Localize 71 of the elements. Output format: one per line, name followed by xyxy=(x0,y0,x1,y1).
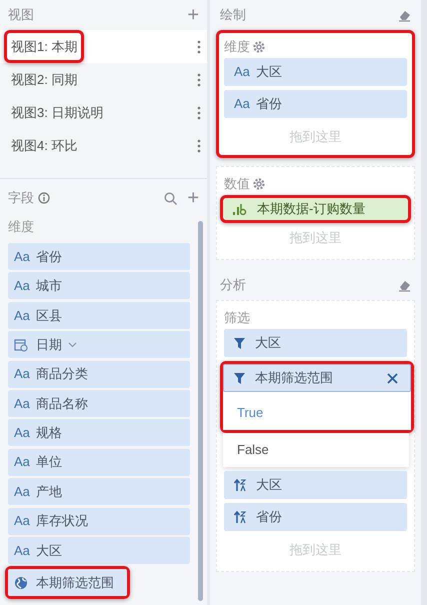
drop-hint: 拖到这里 xyxy=(288,128,342,146)
type-icon: Aa xyxy=(14,423,36,443)
view-label: 视图3: 日期说明 xyxy=(10,104,104,122)
field-chip[interactable]: Aa 库存状况 xyxy=(8,508,190,535)
field-chip[interactable]: Aa 省份 xyxy=(224,90,407,118)
sort-chip[interactable]: 省份 xyxy=(224,503,407,531)
field-label: 本期筛选范围 xyxy=(255,369,333,388)
view-item[interactable]: 视图2: 同期 xyxy=(0,63,207,96)
field-label: 省份 xyxy=(256,508,282,526)
field-chip[interactable]: Aa 大区 xyxy=(224,58,407,86)
type-icon: Aa xyxy=(14,540,36,560)
field-chip[interactable]: Aa 城市 xyxy=(8,272,190,300)
type-icon: Aa xyxy=(14,452,36,472)
type-icon: Aa xyxy=(14,364,36,384)
dropdown-option[interactable]: True xyxy=(223,396,411,430)
field-label: 省份 xyxy=(36,248,62,266)
field-label: 城市 xyxy=(36,277,62,296)
section-label: 数值 xyxy=(224,175,250,194)
field-label: 大区 xyxy=(256,63,282,82)
view-item[interactable]: 视图4: 环比 xyxy=(0,129,207,162)
view-label: 视图1: 本期 xyxy=(4,30,84,64)
view-item[interactable]: 视图1: 本期 xyxy=(0,30,207,63)
field-label: 规格 xyxy=(36,424,62,442)
field-chip[interactable]: Aa 商品分类 xyxy=(8,360,190,388)
type-icon: Aa xyxy=(234,94,256,114)
sort-chip[interactable]: 大区 xyxy=(224,471,407,499)
type-icon: Aa xyxy=(14,306,36,326)
field-chip[interactable]: Aa 区县 xyxy=(8,302,190,329)
view-item[interactable]: 视图3: 日期说明 xyxy=(0,96,207,129)
type-icon: Aa xyxy=(14,246,36,266)
field-label: 商品分类 xyxy=(36,365,88,384)
type-icon: Aa xyxy=(14,394,36,414)
section-label: 维度 xyxy=(8,218,35,236)
section-title: 视图 xyxy=(8,6,34,24)
field-label: 区县 xyxy=(36,306,62,325)
field-chip[interactable]: 本期筛选范围 xyxy=(8,569,127,596)
section-title: 分析 xyxy=(220,276,246,294)
field-chip[interactable]: Aa 规格 xyxy=(8,419,190,446)
field-chip[interactable]: Aa 产地 xyxy=(8,478,190,506)
view-label: 视图4: 环比 xyxy=(10,136,78,155)
type-icon: Aa xyxy=(14,511,36,531)
type-icon: Aa xyxy=(14,276,36,296)
field-chip[interactable]: Aa 商品名称 xyxy=(8,390,190,417)
measure-chip[interactable]: 本期数据-订购数量 xyxy=(220,195,411,223)
drop-hint: 拖到这里 xyxy=(288,541,342,559)
type-icon: Aa xyxy=(234,62,256,82)
field-label: 大区 xyxy=(255,334,281,352)
field-label: 商品名称 xyxy=(36,394,88,413)
field-label: 日期 xyxy=(36,336,62,354)
filter-chip[interactable]: 大区 xyxy=(224,329,407,357)
field-chip[interactable]: Aa 大区 xyxy=(8,536,190,564)
filter-chip[interactable]: 本期筛选范围 xyxy=(223,364,411,392)
field-label: 产地 xyxy=(36,482,62,501)
field-label: 库存状况 xyxy=(36,512,88,530)
field-chip[interactable]: Aa 省份 xyxy=(8,243,190,270)
field-label: 大区 xyxy=(36,542,62,560)
field-label: 大区 xyxy=(256,476,282,494)
field-chip[interactable]: 日期 xyxy=(8,331,190,358)
measure-label: 本期数据-订购数量 xyxy=(257,200,366,218)
field-label: 本期筛选范围 xyxy=(36,574,114,592)
drop-hint: 拖到这里 xyxy=(288,229,342,247)
section-title: 字段 xyxy=(8,189,34,208)
type-icon: Aa xyxy=(14,482,36,502)
section-title: 绘制 xyxy=(220,6,246,24)
field-label: 省份 xyxy=(256,95,282,114)
field-label: 单位 xyxy=(36,453,62,472)
view-label: 视图2: 同期 xyxy=(10,70,78,89)
section-label: 筛选 xyxy=(224,309,250,328)
section-label: 维度 xyxy=(224,38,250,56)
field-chip[interactable]: Aa 单位 xyxy=(8,448,190,476)
dropdown-option[interactable]: False xyxy=(223,433,409,467)
